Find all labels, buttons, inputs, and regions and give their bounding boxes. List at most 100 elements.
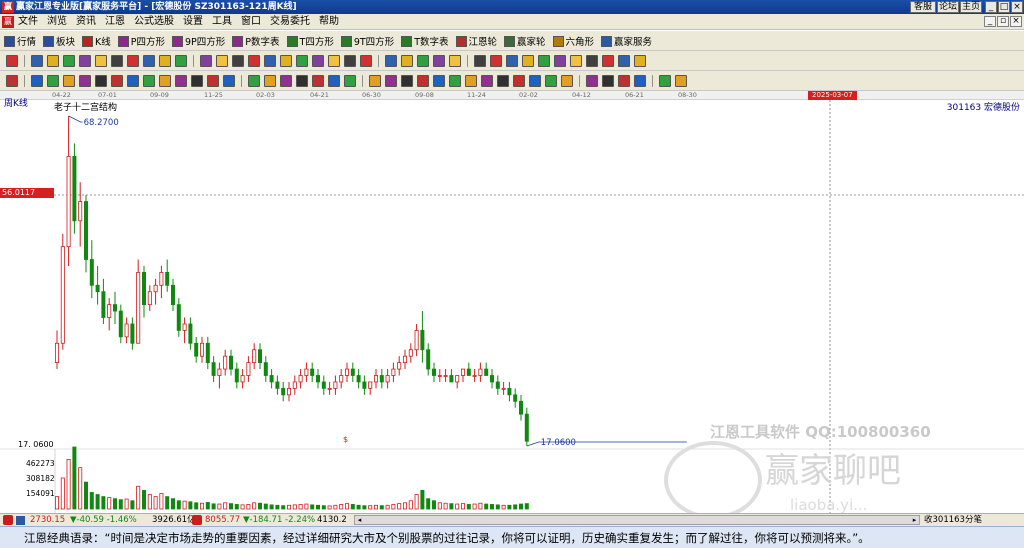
analysis-tool-25-icon[interactable] <box>433 75 445 87</box>
draw-tool-12-icon[interactable] <box>216 55 228 67</box>
toolbar-button-0[interactable]: 行情 <box>4 33 36 49</box>
analysis-tool-21-icon[interactable] <box>369 75 381 87</box>
toolbar-button-2[interactable]: K线 <box>82 33 111 49</box>
analysis-tool-33-icon[interactable] <box>561 75 573 87</box>
chart-area[interactable]: 04-22 07-01 09-09 11-25 02-03 04-21 06-30 09-08… <box>0 91 1024 519</box>
draw-tool-27-icon[interactable] <box>474 55 486 67</box>
draw-tool-31-icon[interactable] <box>538 55 550 67</box>
draw-tool-33-icon[interactable] <box>570 55 582 67</box>
menu-item-6[interactable]: 工具 <box>212 14 232 30</box>
analysis-tool-0-icon[interactable] <box>6 75 18 87</box>
analysis-tool-1-icon[interactable] <box>31 75 43 87</box>
draw-tool-17-icon[interactable] <box>296 55 308 67</box>
draw-tool-18-icon[interactable] <box>312 55 324 67</box>
toolbar-button-5[interactable]: P数字表 <box>232 33 280 49</box>
draw-tool-23-icon[interactable] <box>401 55 413 67</box>
analysis-tool-9-icon[interactable] <box>159 75 171 87</box>
toolbar-button-8[interactable]: T数字表 <box>401 33 449 49</box>
draw-tool-29-icon[interactable] <box>506 55 518 67</box>
analysis-tool-23-icon[interactable] <box>401 75 413 87</box>
analysis-tool-29-icon[interactable] <box>497 75 509 87</box>
draw-tool-6-icon[interactable] <box>111 55 123 67</box>
child-minimize-icon[interactable]: _ <box>984 16 996 27</box>
toolbar-button-12[interactable]: 赢家服务 <box>601 33 652 49</box>
draw-tool-25-icon[interactable] <box>433 55 445 67</box>
analysis-tool-32-icon[interactable] <box>545 75 557 87</box>
draw-tool-14-icon[interactable] <box>248 55 260 67</box>
analysis-tool-8-icon[interactable] <box>143 75 155 87</box>
draw-tool-16-icon[interactable] <box>280 55 292 67</box>
analysis-tool-22-icon[interactable] <box>385 75 397 87</box>
draw-tool-15-icon[interactable] <box>264 55 276 67</box>
toolbar-button-11[interactable]: 六角形 <box>552 33 594 49</box>
analysis-tool-5-icon[interactable] <box>95 75 107 87</box>
analysis-tool-15-icon[interactable] <box>264 75 276 87</box>
toolbar-button-1[interactable]: 板块 <box>43 33 75 49</box>
analysis-tool-7-icon[interactable] <box>127 75 139 87</box>
analysis-tool-28-icon[interactable] <box>481 75 493 87</box>
analysis-tool-12-icon[interactable] <box>207 75 219 87</box>
scroll-right-icon[interactable]: ▸ <box>910 516 919 524</box>
draw-tool-0-icon[interactable] <box>6 55 18 67</box>
child-close-icon[interactable]: × <box>1010 16 1022 27</box>
analysis-tool-16-icon[interactable] <box>280 75 292 87</box>
draw-tool-8-icon[interactable] <box>143 55 155 67</box>
analysis-tool-19-icon[interactable] <box>328 75 340 87</box>
analysis-tool-20-icon[interactable] <box>344 75 356 87</box>
analysis-tool-10-icon[interactable] <box>175 75 187 87</box>
draw-tool-3-icon[interactable] <box>63 55 75 67</box>
menu-item-3[interactable]: 江恩 <box>105 14 125 30</box>
analysis-tool-39-icon[interactable] <box>675 75 687 87</box>
analysis-tool-13-icon[interactable] <box>223 75 235 87</box>
analysis-tool-2-icon[interactable] <box>47 75 59 87</box>
analysis-tool-36-icon[interactable] <box>618 75 630 87</box>
draw-tool-5-icon[interactable] <box>95 55 107 67</box>
analysis-tool-30-icon[interactable] <box>513 75 525 87</box>
draw-tool-32-icon[interactable] <box>554 55 566 67</box>
toolbar-button-7[interactable]: 9T四方形 <box>340 33 394 49</box>
child-restore-icon[interactable]: ▫ <box>997 16 1009 27</box>
draw-tool-19-icon[interactable] <box>328 55 340 67</box>
draw-tool-30-icon[interactable] <box>522 55 534 67</box>
customer-service-button[interactable]: 客服 <box>910 1 936 13</box>
analysis-tool-14-icon[interactable] <box>248 75 260 87</box>
draw-tool-9-icon[interactable] <box>159 55 171 67</box>
maximize-icon[interactable]: □ <box>998 1 1010 13</box>
menu-item-5[interactable]: 设置 <box>183 14 203 30</box>
analysis-tool-11-icon[interactable] <box>191 75 203 87</box>
toolbar-button-9[interactable]: 江恩轮 <box>455 33 497 49</box>
menu-item-7[interactable]: 窗口 <box>241 14 261 30</box>
draw-tool-36-icon[interactable] <box>618 55 630 67</box>
analysis-tool-34-icon[interactable] <box>586 75 598 87</box>
analysis-tool-37-icon[interactable] <box>634 75 646 87</box>
analysis-tool-35-icon[interactable] <box>602 75 614 87</box>
toolbar-button-3[interactable]: P四方形 <box>117 33 165 49</box>
draw-tool-2-icon[interactable] <box>47 55 59 67</box>
draw-tool-24-icon[interactable] <box>417 55 429 67</box>
close-icon[interactable]: × <box>1011 1 1023 13</box>
menu-item-9[interactable]: 帮助 <box>319 14 339 30</box>
menu-item-1[interactable]: 浏览 <box>47 14 67 30</box>
analysis-tool-17-icon[interactable] <box>296 75 308 87</box>
analysis-tool-31-icon[interactable] <box>529 75 541 87</box>
menu-item-2[interactable]: 资讯 <box>76 14 96 30</box>
draw-tool-37-icon[interactable] <box>634 55 646 67</box>
analysis-tool-4-icon[interactable] <box>79 75 91 87</box>
analysis-tool-6-icon[interactable] <box>111 75 123 87</box>
minimize-icon[interactable]: _ <box>985 1 997 13</box>
draw-tool-26-icon[interactable] <box>449 55 461 67</box>
menu-item-8[interactable]: 交易委托 <box>270 14 310 30</box>
draw-tool-4-icon[interactable] <box>79 55 91 67</box>
toolbar-button-10[interactable]: 赢家轮 <box>504 33 546 49</box>
draw-tool-34-icon[interactable] <box>586 55 598 67</box>
draw-tool-21-icon[interactable] <box>360 55 372 67</box>
draw-tool-13-icon[interactable] <box>232 55 244 67</box>
draw-tool-11-icon[interactable] <box>200 55 212 67</box>
draw-tool-28-icon[interactable] <box>490 55 502 67</box>
draw-tool-1-icon[interactable] <box>31 55 43 67</box>
toolbar-button-4[interactable]: 9P四方形 <box>172 33 225 49</box>
analysis-tool-24-icon[interactable] <box>417 75 429 87</box>
analysis-tool-26-icon[interactable] <box>449 75 461 87</box>
horizontal-scrollbar[interactable]: ◂ ▸ <box>354 515 920 525</box>
analysis-tool-18-icon[interactable] <box>312 75 324 87</box>
